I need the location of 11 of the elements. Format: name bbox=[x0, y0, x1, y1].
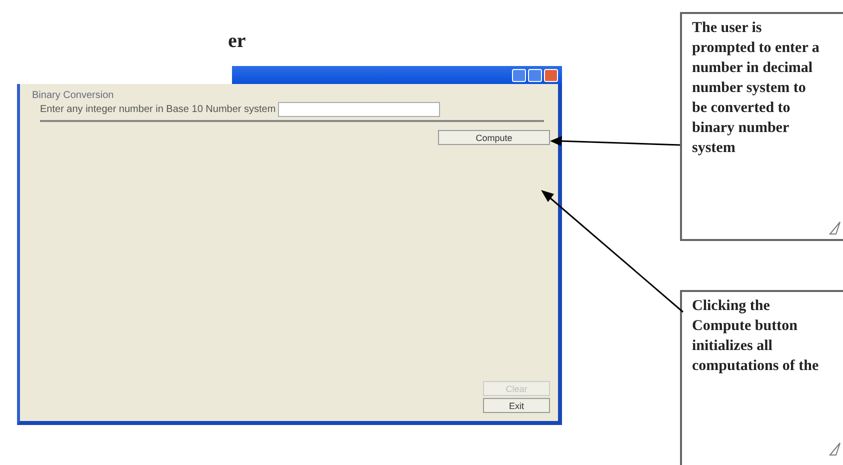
callout-text: The user is prompted to enter a number in decimal number system to be converted to binary number system bbox=[692, 19, 820, 158]
group-title: Binary Conversion bbox=[32, 90, 115, 101]
action-button[interactable]: Exit bbox=[483, 398, 550, 413]
number-input-field[interactable] bbox=[278, 102, 440, 117]
heading-text: er bbox=[228, 30, 246, 52]
maximize-icon[interactable] bbox=[528, 68, 542, 82]
minimize-icon[interactable] bbox=[512, 68, 526, 82]
compute-button[interactable]: Compute bbox=[438, 130, 550, 145]
callout-text: Clicking the Compute button initializes all computations of the bbox=[692, 297, 820, 376]
prompt-label: Enter any integer number in Base 10 Number system bbox=[40, 104, 276, 115]
close-icon[interactable] bbox=[544, 68, 558, 82]
